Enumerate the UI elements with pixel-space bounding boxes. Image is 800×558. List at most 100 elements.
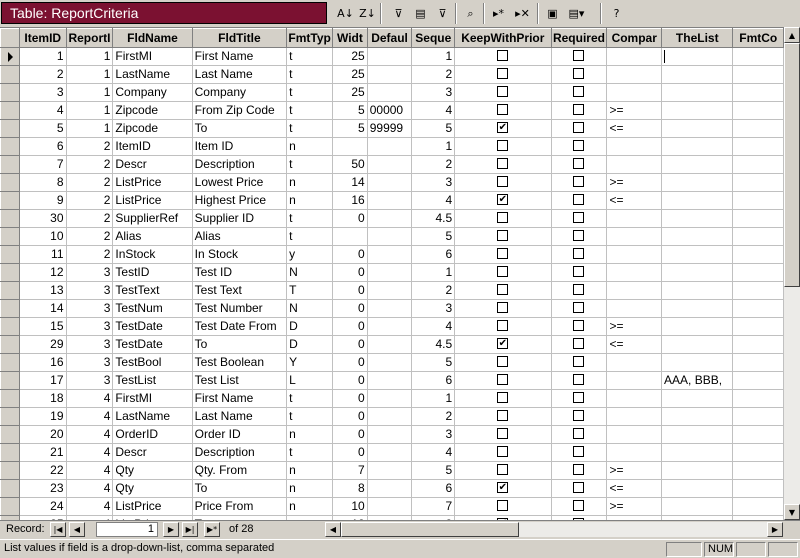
cell-seq[interactable]: 3 bbox=[411, 83, 456, 102]
cell-report[interactable]: 2 bbox=[66, 191, 114, 210]
cell-fmtco[interactable] bbox=[732, 245, 784, 264]
cell-seq[interactable]: 1 bbox=[411, 263, 456, 282]
cell-fld[interactable]: Descr bbox=[112, 443, 193, 462]
cell-fmtco[interactable] bbox=[732, 299, 784, 318]
cell-list[interactable] bbox=[661, 119, 734, 138]
cell-req[interactable] bbox=[551, 155, 608, 174]
cell-report[interactable]: 1 bbox=[66, 101, 114, 120]
cell-req[interactable] bbox=[551, 263, 608, 282]
cell-fmtco[interactable] bbox=[732, 155, 784, 174]
checkbox[interactable]: ✔ bbox=[497, 338, 509, 350]
cell-comp[interactable] bbox=[606, 209, 663, 228]
cell-comp[interactable]: <= bbox=[606, 119, 663, 138]
checkbox[interactable] bbox=[573, 464, 585, 476]
cell-list[interactable] bbox=[661, 65, 734, 84]
cell-report[interactable]: 4 bbox=[66, 479, 114, 498]
column-header[interactable]: Required bbox=[550, 28, 608, 48]
cell-report[interactable]: 2 bbox=[66, 137, 114, 156]
cell-width[interactable]: 0 bbox=[332, 263, 368, 282]
cell-title[interactable]: First Name bbox=[192, 47, 288, 66]
checkbox[interactable] bbox=[497, 104, 509, 116]
checkbox[interactable] bbox=[573, 104, 585, 116]
cell-id[interactable]: 2 bbox=[19, 65, 67, 84]
cell-req[interactable] bbox=[551, 425, 608, 444]
cell-req[interactable] bbox=[551, 317, 608, 336]
cell-fmt[interactable]: t bbox=[286, 83, 334, 102]
cell-fmt[interactable]: n bbox=[286, 191, 334, 210]
cell-req[interactable] bbox=[551, 479, 608, 498]
cell-report[interactable]: 3 bbox=[66, 317, 114, 336]
cell-fmtco[interactable] bbox=[732, 83, 784, 102]
record-selector[interactable] bbox=[0, 83, 20, 102]
checkbox[interactable] bbox=[497, 356, 509, 368]
cell-req[interactable] bbox=[551, 119, 608, 138]
cell-seq[interactable]: 1 bbox=[411, 47, 456, 66]
cell-id[interactable]: 11 bbox=[19, 245, 67, 264]
cell-keep[interactable]: ✔ bbox=[454, 335, 552, 354]
checkbox[interactable] bbox=[497, 410, 509, 422]
cell-seq[interactable]: 3 bbox=[411, 299, 456, 318]
cell-seq[interactable]: 4.5 bbox=[411, 335, 456, 354]
cell-fmt[interactable]: D bbox=[286, 335, 334, 354]
cell-id[interactable]: 5 bbox=[19, 119, 67, 138]
cell-report[interactable]: 3 bbox=[66, 335, 114, 354]
record-selector[interactable] bbox=[0, 119, 20, 138]
column-header[interactable]: FldName bbox=[112, 28, 193, 48]
help-icon[interactable]: ? bbox=[606, 3, 627, 24]
checkbox[interactable] bbox=[573, 302, 585, 314]
record-selector[interactable] bbox=[0, 227, 20, 246]
cell-def[interactable]: 99999 bbox=[367, 119, 413, 138]
record-number-input[interactable]: 1 bbox=[96, 522, 158, 537]
cell-keep[interactable] bbox=[454, 263, 552, 282]
checkbox[interactable] bbox=[497, 446, 509, 458]
cell-comp[interactable]: >= bbox=[606, 317, 663, 336]
cell-fmtco[interactable] bbox=[732, 47, 784, 66]
horizontal-scrollbar[interactable]: ◀ ▶ bbox=[325, 522, 783, 537]
cell-width[interactable]: 5 bbox=[332, 119, 368, 138]
cell-fld[interactable]: TestDate bbox=[112, 335, 193, 354]
column-header[interactable]: FmtTyp bbox=[286, 28, 334, 48]
cell-title[interactable]: Highest Price bbox=[192, 191, 288, 210]
cell-report[interactable]: 4 bbox=[66, 407, 114, 426]
cell-fld[interactable]: ListPrice bbox=[112, 497, 193, 516]
cell-list[interactable] bbox=[661, 497, 734, 516]
cell-comp[interactable]: <= bbox=[606, 191, 663, 210]
cell-comp[interactable]: >= bbox=[606, 101, 663, 120]
cell-fld[interactable]: Zipcode bbox=[112, 119, 193, 138]
cell-def[interactable] bbox=[367, 191, 413, 210]
cell-fmtco[interactable] bbox=[732, 209, 784, 228]
cell-seq[interactable]: 4 bbox=[411, 317, 456, 336]
cell-list[interactable] bbox=[661, 101, 734, 120]
record-selector[interactable] bbox=[0, 497, 20, 516]
cell-keep[interactable]: ✔ bbox=[454, 479, 552, 498]
cell-req[interactable] bbox=[551, 299, 608, 318]
cell-fmt[interactable]: N bbox=[286, 299, 334, 318]
cell-width[interactable]: 14 bbox=[332, 173, 368, 192]
cell-fld[interactable]: LastName bbox=[112, 407, 193, 426]
cell-fmtco[interactable] bbox=[732, 479, 784, 498]
cell-fld[interactable]: TestDate bbox=[112, 317, 193, 336]
cell-keep[interactable] bbox=[454, 227, 552, 246]
record-selector[interactable] bbox=[0, 281, 20, 300]
checkbox[interactable] bbox=[573, 392, 585, 404]
cell-report[interactable]: 2 bbox=[66, 155, 114, 174]
checkbox[interactable] bbox=[497, 158, 509, 170]
cell-width[interactable]: 0 bbox=[332, 443, 368, 462]
cell-fmt[interactable]: t bbox=[286, 443, 334, 462]
cell-title[interactable]: Company bbox=[192, 83, 288, 102]
record-selector[interactable] bbox=[0, 299, 20, 318]
scroll-thumb[interactable] bbox=[784, 43, 800, 287]
cell-title[interactable]: Lowest Price bbox=[192, 173, 288, 192]
cell-id[interactable]: 20 bbox=[19, 425, 67, 444]
cell-width[interactable]: 25 bbox=[332, 83, 368, 102]
checkbox[interactable] bbox=[573, 500, 585, 512]
cell-comp[interactable] bbox=[606, 353, 663, 372]
cell-fmt[interactable]: T bbox=[286, 281, 334, 300]
cell-def[interactable] bbox=[367, 371, 413, 390]
cell-width[interactable]: 0 bbox=[332, 209, 368, 228]
cell-id[interactable]: 10 bbox=[19, 227, 67, 246]
cell-def[interactable] bbox=[367, 407, 413, 426]
cell-fld[interactable]: OrderID bbox=[112, 425, 193, 444]
cell-keep[interactable] bbox=[454, 389, 552, 408]
cell-fmt[interactable]: t bbox=[286, 65, 334, 84]
